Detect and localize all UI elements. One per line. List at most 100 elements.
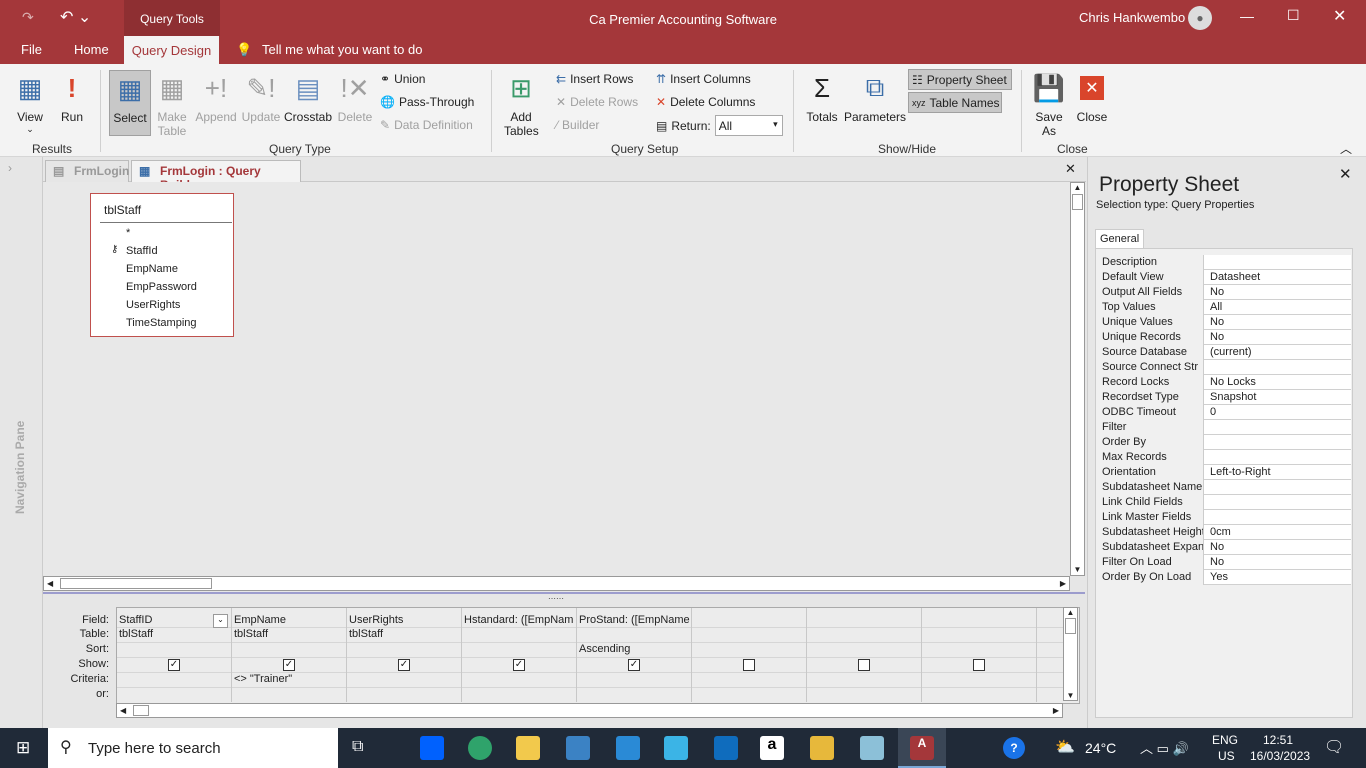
parameters-button[interactable]: ⧉ Parameters	[844, 70, 906, 124]
delete-columns-button[interactable]: ✕ Delete Columns	[656, 95, 755, 109]
tell-me-search[interactable]: Tell me what you want to do	[262, 42, 422, 57]
property-value[interactable]: All	[1210, 301, 1222, 313]
tray-icons[interactable]: ︿ ▭ 🔊	[1140, 738, 1189, 757]
grid-column[interactable]	[922, 608, 1037, 702]
property-row[interactable]: Top Values All	[1097, 300, 1351, 315]
clock-time[interactable]: 12:51	[1263, 733, 1293, 747]
access-taskbar-button[interactable]: A	[898, 728, 946, 768]
property-value[interactable]: No	[1210, 286, 1224, 298]
field-item[interactable]: EmpPassword	[126, 281, 197, 293]
make-table-button[interactable]: ▦ Make Table	[153, 70, 191, 139]
property-value[interactable]: Snapshot	[1210, 391, 1256, 403]
horizontal-scrollbar[interactable]: ◀ ▶	[43, 576, 1070, 591]
grid-column[interactable]	[692, 608, 807, 702]
maximize-button[interactable]: ☐	[1287, 7, 1300, 24]
app-icon[interactable]	[810, 736, 834, 760]
property-row[interactable]: Link Child Fields	[1097, 495, 1351, 510]
union-button[interactable]: ⚭ Union	[380, 72, 425, 86]
notifications-icon[interactable]: 🗨	[1324, 737, 1344, 757]
app-icon[interactable]	[664, 736, 688, 760]
save-as-button[interactable]: 💾 Save As	[1032, 70, 1066, 139]
property-value[interactable]: No	[1210, 316, 1224, 328]
property-value[interactable]: Left-to-Right	[1210, 466, 1271, 478]
crosstab-button[interactable]: ▤ Crosstab	[284, 70, 332, 125]
dropbox-icon[interactable]	[420, 736, 444, 760]
navigation-pane[interactable]: › Navigation Pane	[0, 157, 43, 728]
doc-tab-query-builder[interactable]: ▦FrmLogin : Query Builder	[131, 160, 301, 192]
property-value[interactable]: Datasheet	[1210, 271, 1260, 283]
weather-icon[interactable]: ⛅	[1055, 737, 1075, 757]
run-button[interactable]: ! Run	[55, 70, 89, 125]
show-checkbox[interactable]: ✓	[398, 659, 410, 671]
grid-cell-field[interactable]: UserRights	[349, 614, 460, 626]
view-button[interactable]: ▦ View ⌄	[10, 70, 50, 135]
minimize-button[interactable]: —	[1240, 8, 1254, 24]
property-row[interactable]: Unique Records No	[1097, 330, 1351, 345]
append-button[interactable]: +! Append	[194, 70, 238, 125]
property-row[interactable]: ODBC Timeout 0	[1097, 405, 1351, 420]
property-value[interactable]: 0cm	[1210, 526, 1231, 538]
insert-columns-button[interactable]: ⇈ Insert Columns	[656, 72, 751, 86]
store-icon[interactable]	[566, 736, 590, 760]
grid-cell-field[interactable]: ProStand: ([EmpName	[579, 614, 690, 626]
select-button[interactable]: ▦ Select	[109, 70, 151, 136]
field-item[interactable]: UserRights	[126, 299, 180, 311]
grid-vertical-scrollbar[interactable]: ▲ ▼	[1063, 607, 1078, 701]
update-button[interactable]: ✎! Update	[240, 70, 282, 125]
grid-column[interactable]	[807, 608, 922, 702]
taskbar-search[interactable]: ⚲ Type here to search	[48, 728, 338, 768]
show-checkbox[interactable]: ✓	[168, 659, 180, 671]
close-query-button[interactable]: ✕ Close	[1074, 70, 1110, 124]
property-row[interactable]: Filter On Load No	[1097, 555, 1351, 570]
show-checkbox[interactable]	[743, 659, 755, 671]
property-row[interactable]: Max Records	[1097, 450, 1351, 465]
data-definition-button[interactable]: ✎ Data Definition	[380, 118, 473, 132]
outlook-icon[interactable]	[714, 736, 738, 760]
property-row[interactable]: Record Locks No Locks	[1097, 375, 1351, 390]
tab-general[interactable]: General	[1095, 229, 1145, 248]
builder-button[interactable]: ⁄ Builder	[556, 118, 599, 132]
edge-icon[interactable]	[468, 736, 492, 760]
property-row[interactable]: Recordset Type Snapshot	[1097, 390, 1351, 405]
field-item[interactable]: TimeStamping	[126, 317, 197, 329]
insert-rows-button[interactable]: ⇇ Insert Rows	[556, 72, 633, 86]
grid-cell-field[interactable]: EmpName	[234, 614, 345, 626]
property-row[interactable]: Link Master Fields	[1097, 510, 1351, 525]
pane-splitter[interactable]: ⋯⋯	[43, 592, 1085, 603]
property-row[interactable]: Output All Fields No	[1097, 285, 1351, 300]
tab-home[interactable]: Home	[74, 42, 109, 57]
property-value[interactable]: (current)	[1210, 346, 1252, 358]
pass-through-button[interactable]: 🌐 Pass-Through	[380, 95, 474, 109]
property-value[interactable]: No	[1210, 331, 1224, 343]
field-dropdown-icon[interactable]: ⌄	[213, 614, 228, 628]
property-row[interactable]: Order By	[1097, 435, 1351, 450]
show-checkbox[interactable]: ✓	[628, 659, 640, 671]
windows-start-icon[interactable]: ⊞	[16, 738, 30, 758]
property-row[interactable]: Source Database (current)	[1097, 345, 1351, 360]
language[interactable]: ENG	[1212, 733, 1238, 747]
show-checkbox[interactable]	[858, 659, 870, 671]
table-tblstaff[interactable]: tblStaff * ⚷ StaffId EmpName EmpPassword…	[90, 193, 234, 337]
avatar[interactable]: ●	[1188, 6, 1212, 30]
property-row[interactable]: Subdatasheet Height 0cm	[1097, 525, 1351, 540]
grid-horizontal-scrollbar[interactable]: ◀ ▶	[116, 703, 1063, 718]
property-row[interactable]: Source Connect Str	[1097, 360, 1351, 375]
help-icon[interactable]: ?	[1003, 737, 1025, 759]
grid-cell-field[interactable]: Hstandard: ([EmpNam	[464, 614, 575, 626]
field-item[interactable]: *	[126, 227, 130, 239]
property-value[interactable]: No	[1210, 556, 1224, 568]
file-explorer-icon[interactable]	[516, 736, 540, 760]
doc-tab-frmlogin[interactable]: ▤ FrmLogin	[45, 160, 129, 182]
property-row[interactable]: Orientation Left-to-Right	[1097, 465, 1351, 480]
collapse-ribbon-icon[interactable]: ︿	[1340, 140, 1352, 157]
property-row[interactable]: Unique Values No	[1097, 315, 1351, 330]
show-checkbox[interactable]	[973, 659, 985, 671]
grid-cell-table[interactable]: tblStaff	[349, 628, 460, 640]
show-checkbox[interactable]: ✓	[283, 659, 295, 671]
property-row[interactable]: Filter	[1097, 420, 1351, 435]
task-view-icon[interactable]: ⧉	[352, 738, 363, 756]
weather-temp[interactable]: 24°C	[1085, 740, 1116, 756]
field-item[interactable]: EmpName	[126, 263, 178, 275]
expand-nav-icon[interactable]: ›	[8, 161, 12, 175]
property-value[interactable]: Yes	[1210, 571, 1228, 583]
